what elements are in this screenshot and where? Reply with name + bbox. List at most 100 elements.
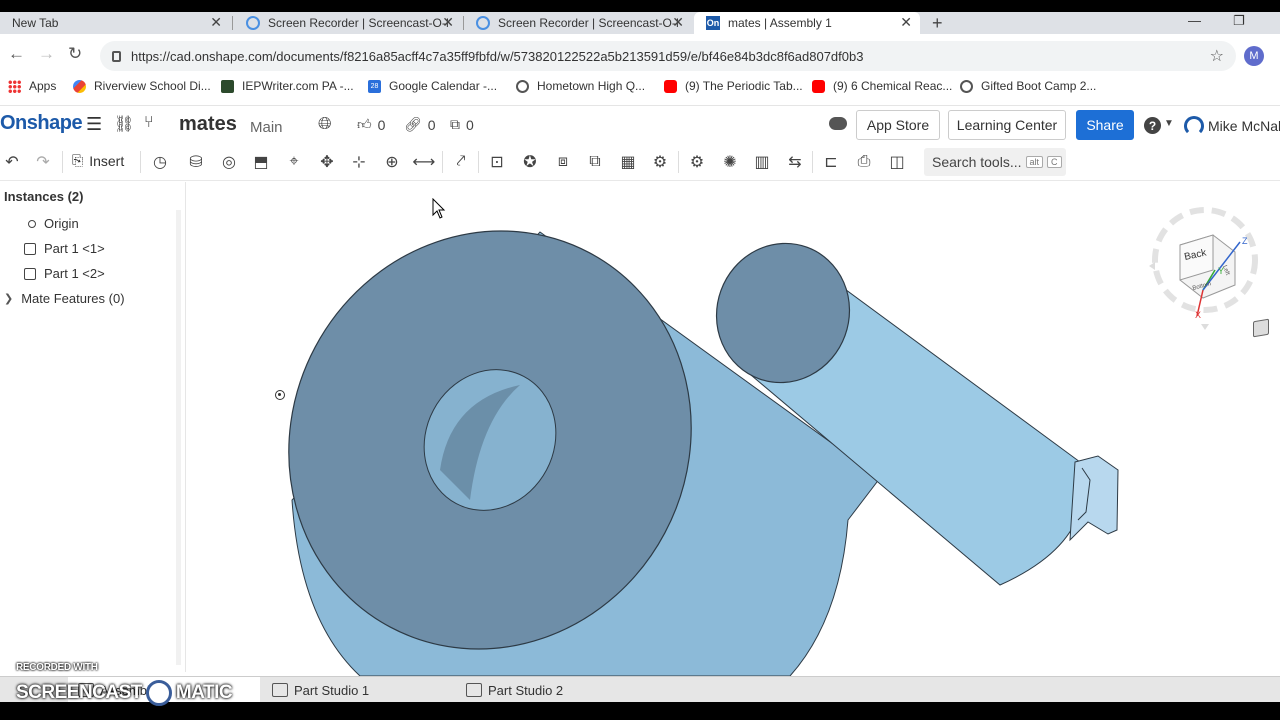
feature-list-icon[interactable]: ⛓ [114,114,134,134]
tab-part-studio-2[interactable]: Part Studio 2 [456,677,648,703]
document-name[interactable]: mates [179,113,237,136]
instances-header: Instances (2) [4,189,84,204]
history-icon[interactable]: ◷ [150,152,170,172]
close-icon[interactable]: ✕ [672,14,684,31]
tab-title: mates | Assembly 1 [728,16,832,30]
browser-tab-new-tab[interactable]: New Tab ✕ [0,12,230,34]
model-render[interactable] [187,182,1280,676]
group-icon[interactable]: ✪ [520,152,540,172]
linear-relation-icon[interactable]: ▥ [752,152,772,172]
mass-properties-icon[interactable]: ⎙ [854,152,874,172]
versions-icon[interactable]: ⑂ [144,114,154,132]
search-tools-input[interactable]: Search tools... alt C [924,148,1066,176]
restore-icon[interactable]: ❐ [1233,13,1245,29]
axis-y-label: Y [1218,266,1224,276]
bookmark-gifted-boot-camp[interactable]: Gifted Boot Camp 2... [960,79,1096,93]
learning-center-button[interactable]: Learning Center [948,110,1066,140]
close-icon[interactable]: ✕ [210,14,222,31]
instance-part-1-1[interactable]: Part 1 <1> [24,241,105,256]
panel-scrollbar[interactable] [176,210,181,665]
linear-pattern-icon[interactable]: ⧈ [553,152,573,172]
parallel-mate-icon[interactable]: ⟷ [413,152,436,172]
insert-button[interactable]: ⎘ Insert [72,152,124,169]
comments-icon[interactable] [829,117,847,130]
screw-relation-icon[interactable]: ✺ [720,152,740,172]
toolbar-divider [442,151,443,173]
replicate-icon[interactable]: ▦ [618,152,638,172]
view-options-cube-icon[interactable] [1253,318,1269,338]
watermark-recorded-with: RECORDED WITH [16,662,98,673]
bookmark-riverview[interactable]: Riverview School Di... [73,79,211,93]
watermark-text-right: MATIC [175,682,233,703]
bookmark-label: Google Calendar -... [389,79,498,93]
planar-mate-icon[interactable]: ⊹ [349,152,369,172]
revolute-mate-icon[interactable]: ◎ [219,152,239,172]
copies-count: 0 [466,116,474,133]
section-view-icon[interactable]: ◫ [887,152,907,172]
origin-marker[interactable] [275,390,285,400]
bookmark-apps[interactable]: Apps [8,79,56,93]
bookmark-periodic-table[interactable]: (9) The Periodic Tab... [664,79,803,93]
user-menu[interactable]: Mike McNally [1184,116,1280,136]
ball-mate-icon[interactable]: ⊕ [382,152,402,172]
bookmark-star-icon[interactable]: ☆ [1210,46,1224,66]
copies-counter[interactable]: ⧉ 0 [450,116,474,133]
bookmark-google-calendar[interactable]: 28 Google Calendar -... [368,79,497,93]
share-button[interactable]: Share [1076,110,1134,140]
instance-origin[interactable]: Origin [28,216,79,231]
measure-icon[interactable]: ⊏ [821,152,841,172]
bookmark-chemical-reactions[interactable]: (9) 6 Chemical Reac... [812,79,952,93]
menu-icon[interactable]: ☰ [86,114,102,135]
globe-icon[interactable]: 🌐︎ [318,114,332,134]
tab-label: Part Studio 2 [488,682,564,698]
explode-view-icon[interactable]: ⇆ [785,152,805,172]
likes-counter[interactable]: 👍︎ 0 [357,116,385,133]
redo-icon[interactable]: ↷ [33,152,53,172]
back-arrow-icon[interactable]: ← [8,44,25,64]
cylindrical-mate-icon[interactable]: ⌖ [284,152,304,172]
profile-avatar[interactable]: M [1244,46,1264,66]
app-store-button[interactable]: App Store [856,110,940,140]
branch-name: Main [250,119,283,136]
url-bar[interactable]: https://cad.onshape.com/documents/f8216a… [100,41,1236,71]
rack-pinion-icon[interactable]: ⚙ [687,152,707,172]
bookmark-hometown-high[interactable]: Hometown High Q... [516,79,645,93]
close-icon[interactable]: ✕ [442,14,454,31]
tab-part-studio-1[interactable]: Part Studio 1 [262,677,454,703]
circular-pattern-icon[interactable]: ⧉ [585,152,605,172]
origin-icon [28,219,36,228]
links-counter[interactable]: 🔗︎ 0 [404,116,436,133]
fastened-mate-icon[interactable]: ⛁ [186,152,206,172]
browser-tab-mates-assembly[interactable]: On mates | Assembly 1 ✕ [694,12,920,34]
mate-features-folder[interactable]: ❯ Mate Features (0) [4,291,125,306]
site-favicon-icon [73,79,86,93]
reload-icon[interactable]: ↻ [68,44,82,64]
axis-x-label: X [1195,310,1201,320]
forward-arrow-icon[interactable]: → [38,44,55,64]
slider-mate-icon[interactable]: ⬒ [251,152,271,172]
undo-icon[interactable]: ↶ [2,152,22,172]
bookmark-iepwriter[interactable]: IEPWriter.com PA -... [221,79,354,93]
view-cube[interactable]: Back Bottom Left X Y Z [1145,190,1265,340]
pin-slot-mate-icon[interactable]: ✥ [317,152,337,172]
gear-relation-icon[interactable]: ⚙ [650,152,670,172]
chevron-down-icon[interactable]: ▼ [1164,118,1174,129]
close-icon[interactable]: ✕ [900,14,912,31]
bookmark-label: (9) The Periodic Tab... [685,79,803,93]
tab-title: Screen Recorder | Screencast-O-M [498,16,678,30]
assembly-toolbar: ↶ ↷ ⎘ Insert ◷ ⛁ ◎ ⬒ ⌖ ✥ ⊹ ⊕ ⟷ ⤤ ⊡ ✪ ⧈ ⧉ … [0,143,1280,181]
help-icon[interactable]: ? [1144,117,1161,134]
onshape-logo[interactable]: Onshape [0,112,83,135]
browser-tab-screen-recorder-2[interactable]: Screen Recorder | Screencast-O-M ✕ [464,12,692,34]
tangent-mate-icon[interactable]: ⤤ [451,152,471,172]
mate-connector-icon[interactable]: ⊡ [487,152,507,172]
browser-tab-screen-recorder-1[interactable]: Screen Recorder | Screencast-O-M ✕ [234,12,462,34]
minimize-icon[interactable]: — [1188,13,1201,28]
new-tab-button[interactable]: + [932,12,943,34]
instance-part-1-2[interactable]: Part 1 <2> [24,266,105,281]
screencast-favicon-icon [476,16,490,30]
globe-icon [960,79,973,93]
graphics-viewport[interactable]: Back Bottom Left X Y Z [187,182,1280,676]
toolbar-divider [678,151,679,173]
toolbar-divider [140,151,141,173]
